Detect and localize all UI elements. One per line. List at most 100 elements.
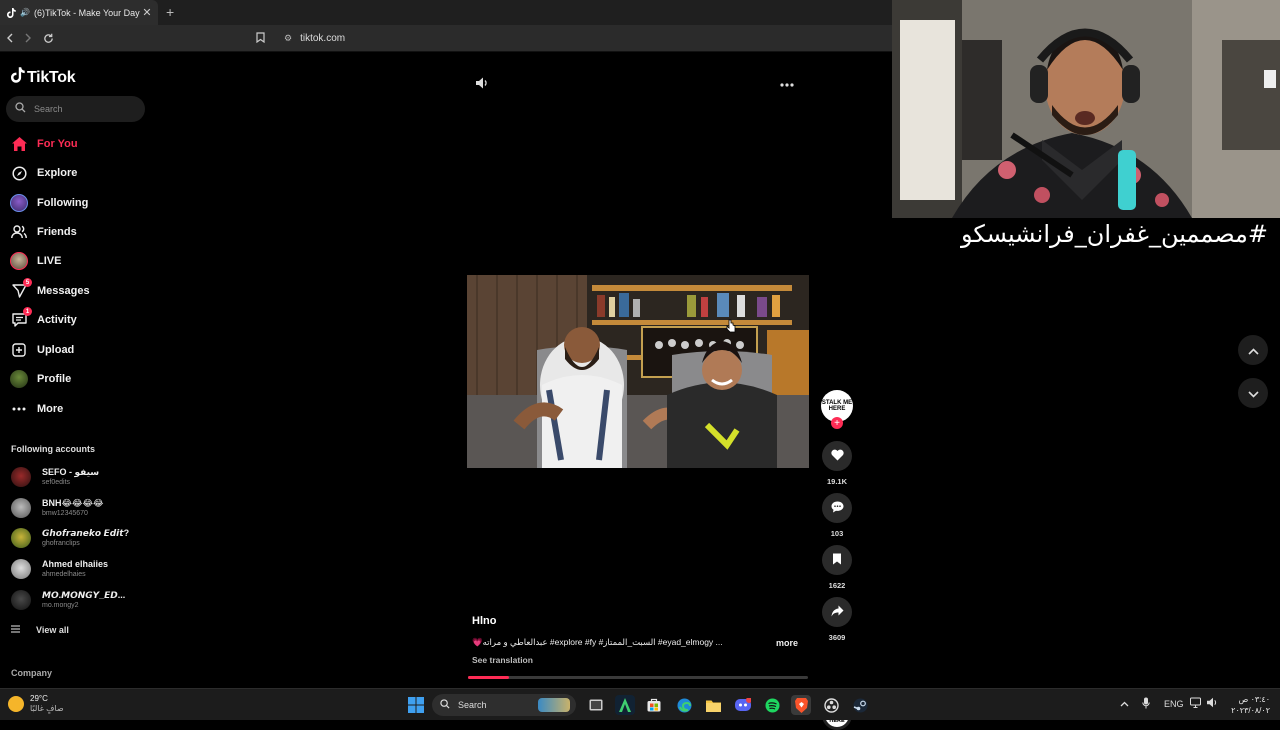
discord-icon[interactable]: [733, 695, 753, 715]
obs-icon[interactable]: [821, 695, 841, 715]
search-placeholder: Search: [34, 104, 63, 114]
taskbar-search-label: Search: [458, 700, 487, 710]
windows-start-icon[interactable]: [406, 695, 426, 715]
weather-condition: صافٍ غالبًا: [30, 704, 64, 713]
weather-widget[interactable]: 29°C صافٍ غالبًا: [8, 694, 64, 714]
tray-chevron-up-icon[interactable]: [1120, 699, 1129, 709]
activity-badge: 1: [23, 307, 32, 316]
more-options-icon[interactable]: [780, 74, 794, 90]
bookmark-icon: [832, 553, 842, 568]
browser-toolbar: ⚙ tiktok.com: [0, 25, 892, 52]
hashtag-overlay: مصممين_غفران_فرانشيسكو#: [960, 220, 1268, 248]
more-icon: [10, 400, 28, 418]
account-name: 𝙂𝙝𝙤𝙛𝙧𝙖𝙣𝙚𝙠𝙤 𝙀𝙙𝙞𝙩?: [42, 528, 130, 538]
account-handle: bmw12345670: [42, 510, 88, 517]
account-item[interactable]: 𝙈𝙊.𝙈𝙊𝙉𝙂𝙔_𝙀𝘿... mo.mongy2: [11, 588, 125, 612]
account-item[interactable]: Ahmed elhaiies ahmedelhaies: [11, 557, 108, 581]
nav-activity[interactable]: 1 Activity: [10, 307, 77, 331]
share-count: 3609: [828, 633, 846, 642]
account-avatar: [11, 528, 31, 548]
browser-tab-tiktok[interactable]: 🔊 (6)TikTok - Make Your Day ✕: [0, 0, 158, 25]
nav-for-you[interactable]: For You: [10, 133, 78, 155]
file-explorer-icon[interactable]: [703, 695, 723, 715]
share-button[interactable]: [822, 597, 852, 627]
search-input[interactable]: Search: [6, 96, 145, 122]
nav-explore[interactable]: Explore: [10, 162, 77, 184]
profile-icon: [10, 370, 28, 388]
bookmark-icon[interactable]: [256, 31, 270, 46]
nav-messages[interactable]: 5 Messages: [10, 278, 90, 302]
video-frame[interactable]: [467, 275, 809, 468]
steam-icon[interactable]: [850, 695, 870, 715]
list-icon: [11, 625, 20, 635]
weather-temp: 29°C: [30, 694, 48, 703]
account-item[interactable]: 𝙂𝙝𝙤𝙛𝙧𝙖𝙣𝙚𝙠𝙤 𝙀𝙙𝙞𝙩? ghofranclips: [11, 526, 129, 550]
network-icon[interactable]: [1190, 697, 1201, 710]
reload-icon[interactable]: [40, 30, 56, 46]
back-icon[interactable]: [2, 30, 18, 46]
save-count: 1622: [828, 581, 846, 590]
system-clock[interactable]: ٠٣:٤٠ ص ٢٠٢٣/٠٨/٠٢: [1222, 694, 1270, 716]
messages-badge: 5: [23, 278, 32, 287]
search-icon: [15, 102, 26, 116]
comment-icon: [831, 501, 844, 516]
site-info-icon[interactable]: ⚙: [284, 33, 292, 44]
previous-video-button[interactable]: [1238, 335, 1268, 365]
tab-close-icon[interactable]: ✕: [140, 6, 154, 19]
nav-label: Profile: [37, 373, 72, 385]
follow-plus-icon[interactable]: +: [831, 417, 843, 429]
task-view-icon[interactable]: [586, 695, 606, 715]
store-icon[interactable]: [644, 695, 664, 715]
new-tab-button[interactable]: +: [166, 4, 174, 20]
windows-taskbar: 29°C صافٍ غالبًا Search ENG ٠٣:٤٠ ص ٢٠٢٣…: [0, 688, 1280, 720]
company-link[interactable]: Company: [11, 668, 52, 678]
mouse-cursor: [726, 319, 736, 338]
webcam-scene: [892, 0, 1280, 218]
taskbar-search[interactable]: Search: [432, 694, 576, 716]
app-a-icon[interactable]: [615, 695, 635, 715]
brave-browser-icon[interactable]: [791, 695, 811, 715]
clock-time: ٠٣:٤٠ ص: [1238, 695, 1270, 704]
nav-live[interactable]: LIVE: [10, 250, 61, 272]
tab-audio-icon[interactable]: 🔊: [20, 8, 30, 17]
following-accounts-title: Following accounts: [11, 444, 96, 454]
spotify-icon[interactable]: [762, 695, 782, 715]
address-bar[interactable]: ⚙ tiktok.com: [250, 28, 892, 49]
messages-icon: 5: [10, 278, 32, 300]
language-indicator[interactable]: ENG: [1164, 699, 1184, 709]
nav-upload[interactable]: Upload: [10, 339, 74, 361]
speaker-icon[interactable]: [1207, 697, 1219, 710]
nav-more[interactable]: More: [10, 398, 63, 420]
volume-icon[interactable]: [476, 77, 490, 92]
following-avatar-icon: [10, 194, 28, 212]
video-username[interactable]: Hlno: [472, 615, 496, 627]
video-progress-bar[interactable]: [468, 676, 808, 679]
nav-label: For You: [37, 138, 78, 150]
save-button[interactable]: [822, 545, 852, 575]
account-handle: ahmedelhaies: [42, 571, 86, 578]
url-text: tiktok.com: [300, 33, 346, 44]
view-all-button[interactable]: View all: [11, 625, 69, 635]
caption-more-button[interactable]: more: [776, 638, 798, 648]
see-translation-button[interactable]: See translation: [472, 655, 533, 665]
edge-icon[interactable]: [674, 695, 694, 715]
nav-profile[interactable]: Profile: [10, 368, 71, 390]
nav-label: More: [37, 403, 64, 415]
microphone-icon[interactable]: [1142, 697, 1150, 711]
nav-label: Messages: [37, 285, 90, 297]
compass-icon: [10, 164, 28, 182]
search-icon: [440, 698, 450, 712]
comment-button[interactable]: [822, 493, 852, 523]
like-button[interactable]: [822, 441, 852, 471]
webcam-overlay: [892, 0, 1280, 218]
nav-friends[interactable]: Friends: [10, 221, 77, 243]
next-video-button[interactable]: [1238, 378, 1268, 408]
forward-icon[interactable]: [20, 30, 36, 46]
tiktok-logo[interactable]: TikTok: [11, 67, 76, 88]
account-item[interactable]: SEFO - سيفو sef0edits: [11, 465, 99, 489]
account-avatar: [11, 559, 31, 579]
account-avatar: [11, 467, 31, 487]
heart-icon: [830, 449, 844, 464]
nav-following[interactable]: Following: [10, 192, 88, 214]
account-item[interactable]: BNH😂😂😂😂 bmw12345670: [11, 496, 104, 520]
